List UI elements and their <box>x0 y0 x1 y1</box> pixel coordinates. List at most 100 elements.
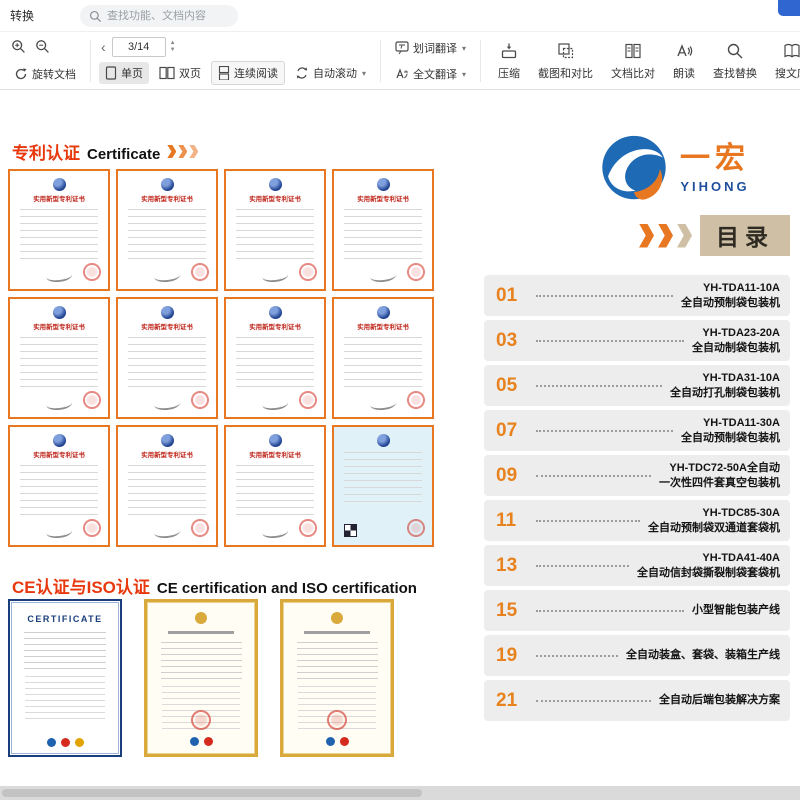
read-aloud-label: 朗读 <box>673 67 696 80</box>
patent-certificate: 实用新型专利证书 <box>224 169 326 291</box>
window-accent-button[interactable] <box>778 0 800 16</box>
single-page-button[interactable]: 单页 <box>99 62 149 84</box>
find-replace-button[interactable]: 查找替换 <box>704 36 766 86</box>
toc-item[interactable]: 05 YH-TDA31-10A 全自动打孔制袋包装机 <box>484 365 790 406</box>
patent-certificate: 实用新型专利证书 <box>8 169 110 291</box>
accreditation-logos-icon <box>10 738 120 747</box>
word-translate-button[interactable]: 划词翻译 ▾ <box>389 37 472 59</box>
toc-title: 目录 <box>700 215 790 256</box>
patent-heading-en: Certificate <box>87 146 161 163</box>
toc-number: 13 <box>496 554 518 576</box>
toolbar-divider <box>0 31 800 32</box>
continuous-read-button[interactable]: 连续阅读 <box>211 61 285 85</box>
toc-leader-dots <box>536 474 651 477</box>
toc-model: YH-TDA23-20A <box>702 327 780 340</box>
compress-label: 压缩 <box>498 67 521 80</box>
toc-item[interactable]: 07 YH-TDA11-30A 全自动预制袋包装机 <box>484 410 790 451</box>
pdf-reader-window: 转换 旋转文档 <box>0 0 800 800</box>
toc-item[interactable]: 21 全自动后端包装解决方案 <box>484 680 790 721</box>
patent-certificate: 实用新型专利证书 <box>8 297 110 419</box>
horizontal-scrollbar[interactable] <box>0 786 800 800</box>
red-seal-icon <box>407 391 425 409</box>
certificate-text-lines <box>128 465 206 521</box>
signature-mark <box>369 396 397 412</box>
certificate-emblem-icon <box>376 434 390 447</box>
toc-leader-dots <box>536 654 618 657</box>
page-view-group: ‹ 3/14 ▲ ▼ 单页 双页 连续阅读 自动滚动 ▾ <box>99 36 372 86</box>
signature-mark <box>261 396 289 412</box>
toc-desc: 全自动制袋包装机 <box>692 341 780 354</box>
logo-text: 一宏 YIHONG <box>680 144 750 195</box>
red-seal-icon <box>191 263 209 281</box>
qr-code <box>344 524 357 537</box>
signature-mark <box>45 396 73 412</box>
certificate-title: 实用新型专利证书 <box>141 324 193 331</box>
toc-arrow-icon <box>658 223 673 248</box>
toc-text: 全自动后端包装解决方案 <box>659 693 780 707</box>
certificate-text-lines <box>160 642 242 680</box>
compress-button[interactable]: 压缩 <box>489 36 529 86</box>
find-replace-icon <box>727 43 743 58</box>
search-library-button[interactable]: 搜文库 <box>766 36 800 86</box>
screenshot-compare-button[interactable]: 截图和对比 <box>529 36 602 86</box>
rotate-document-button[interactable]: 旋转文档 <box>8 63 82 85</box>
toc-leader-dots <box>536 699 651 702</box>
search-input[interactable] <box>107 10 229 22</box>
auto-scroll-button[interactable]: 自动滚动 ▾ <box>289 62 372 84</box>
search-box[interactable] <box>80 5 238 27</box>
toc-heading: 目录 <box>639 215 790 256</box>
search-library-icon <box>783 43 800 58</box>
toc-item[interactable]: 13 YH-TDA41-40A 全自动信封袋撕裂制袋套袋机 <box>484 545 790 586</box>
page-indicator[interactable]: 3/14 <box>111 37 166 57</box>
double-page-button[interactable]: 双页 <box>153 62 207 84</box>
convert-tab[interactable]: 转换 <box>10 7 34 24</box>
toc-number: 15 <box>496 599 518 621</box>
patent-certificate: 实用新型专利证书 <box>116 297 218 419</box>
gold-emblem-icon <box>331 612 343 624</box>
certificate-text-lines <box>236 465 314 521</box>
signature-mark <box>153 268 181 284</box>
certificate-title: 实用新型专利证书 <box>141 452 193 459</box>
page-step-buttons[interactable]: ▲ ▼ <box>170 40 176 54</box>
toc-item[interactable]: 19 全自动装盒、套袋、装箱生产线 <box>484 635 790 676</box>
previous-page-button[interactable]: ‹ <box>99 40 108 54</box>
toc-item[interactable]: 11 YH-TDC85-30A 全自动预制袋双通道套袋机 <box>484 500 790 541</box>
toc-text: YH-TDC72-50A全自动 一次性四件套真空包装机 <box>659 461 780 490</box>
toc-desc: 全自动后端包装解决方案 <box>659 694 780 707</box>
signature-mark <box>153 396 181 412</box>
double-page-icon <box>159 66 175 80</box>
toc-item[interactable]: 03 YH-TDA23-20A 全自动制袋包装机 <box>484 320 790 361</box>
doc-compare-button[interactable]: 文档比对 <box>602 36 664 86</box>
auto-scroll-label: 自动滚动 <box>313 68 357 80</box>
toc-text: YH-TDA11-30A 全自动预制袋包装机 <box>681 416 780 445</box>
toc-leader-dots <box>536 294 673 297</box>
toc-list: 01 YH-TDA11-10A 全自动预制袋包装机 03 YH-TDA23-20A… <box>484 275 790 721</box>
toc-number: 07 <box>496 419 518 441</box>
screenshot-compare-icon <box>557 42 573 58</box>
toc-item[interactable]: 15 小型智能包装产线 <box>484 590 790 631</box>
zoom-in-button[interactable] <box>8 37 28 55</box>
certificate-title: 实用新型专利证书 <box>33 196 85 203</box>
iso-certificate <box>280 599 394 757</box>
toc-item[interactable]: 09 YH-TDC72-50A全自动 一次性四件套真空包装机 <box>484 455 790 496</box>
rotate-icon <box>15 68 27 80</box>
signature-mark <box>45 268 73 284</box>
yihong-logo: 一宏 YIHONG <box>598 133 750 205</box>
patent-certificate: 实用新型专利证书 <box>224 425 326 547</box>
toc-item[interactable]: 01 YH-TDA11-10A 全自动预制袋包装机 <box>484 275 790 316</box>
signature-mark <box>153 524 181 540</box>
zoom-out-button[interactable] <box>32 37 52 55</box>
toc-model: YH-TDA11-10A <box>702 282 780 295</box>
full-translate-label: 全文翻译 <box>413 69 458 81</box>
full-translate-button[interactable]: 全文翻译 ▾ <box>389 63 472 85</box>
read-aloud-button[interactable]: 朗读 <box>664 36 704 86</box>
patent-heading-zh: 专利认证 <box>12 144 80 163</box>
certificate-emblem-icon <box>268 434 282 447</box>
page-down-icon: ▼ <box>169 47 176 53</box>
ce-heading-zh: CE认证与ISO认证 <box>12 578 150 597</box>
screenshot-compare-label: 截图和对比 <box>538 67 594 80</box>
certificate-text-lines <box>23 632 107 670</box>
patent-certificate: 实用新型专利证书 <box>116 169 218 291</box>
scrollbar-thumb[interactable] <box>2 789 422 797</box>
document-page: 专利认证 Certificate 实用新型专利证书 实用新型专利证书 实用新型专利证… <box>0 91 800 786</box>
